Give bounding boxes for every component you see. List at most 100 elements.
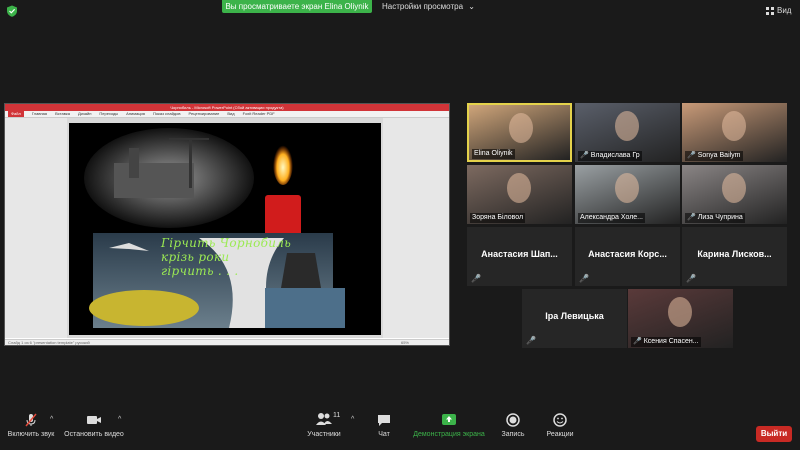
ribbon-tab[interactable]: Дизайн bbox=[78, 111, 91, 117]
powerpoint-status-bar: Слайд 1 из 6 "presentation template" рус… bbox=[5, 339, 449, 345]
participant-name-text: Sonya Bailym bbox=[697, 152, 741, 159]
shield-icon bbox=[7, 5, 17, 17]
ribbon-tab[interactable]: Foxit Reader PDF bbox=[243, 111, 275, 117]
participant-tile[interactable]: Анастасия Шап... 🎤 bbox=[467, 227, 572, 286]
tasks-pane bbox=[383, 118, 449, 338]
chat-label: Чат bbox=[378, 431, 390, 438]
stop-video-label: Остановить видео bbox=[64, 431, 124, 438]
participant-name: 🎤 Владислава Гр bbox=[578, 151, 642, 161]
share-screen-button[interactable]: Демонстрация экрана bbox=[411, 412, 487, 438]
unmute-label: Включить звук bbox=[7, 431, 55, 438]
participant-tile[interactable]: 🎤 Sonya Bailym bbox=[682, 103, 787, 162]
participant-face bbox=[722, 173, 746, 203]
record-label: Запись bbox=[501, 431, 525, 438]
participant-face bbox=[507, 173, 531, 203]
grid-icon bbox=[766, 6, 774, 15]
participant-face bbox=[722, 111, 746, 141]
participant-tile[interactable]: Анастасия Корс... 🎤 bbox=[575, 227, 680, 286]
slides-pane bbox=[5, 118, 67, 338]
participant-name: Іра Левицька bbox=[545, 311, 604, 321]
slide-canvas: Гірчить Чорнобиль крізь роки гірчить . .… bbox=[69, 123, 381, 335]
chevron-down-icon: ⌄ bbox=[468, 2, 475, 11]
participant-name: Зоряна Біловол bbox=[470, 213, 526, 223]
participant-face bbox=[615, 173, 639, 203]
shared-screen: Чорнобиль - Microsoft PowerPoint (Сбой а… bbox=[4, 103, 450, 346]
participant-tile[interactable]: Зоряна Біловол bbox=[467, 165, 572, 224]
participant-name: 🎤 Лиза Чуприна bbox=[685, 213, 745, 223]
slide-line-2: крізь роки bbox=[161, 250, 230, 264]
microphone-muted-icon: 🎤 bbox=[686, 274, 696, 283]
participant-face bbox=[509, 113, 533, 143]
participant-name-text: Александра Холе... bbox=[580, 214, 644, 221]
leave-meeting-button[interactable]: Выйти bbox=[756, 426, 792, 442]
chat-bubble-icon bbox=[378, 415, 390, 426]
emoji-smile-icon bbox=[553, 413, 567, 427]
status-text: Слайд 1 из 6 "presentation template" рус… bbox=[8, 340, 90, 345]
view-button-label: Вид bbox=[777, 6, 792, 15]
participant-tile[interactable]: 🎤 Владислава Гр bbox=[575, 103, 680, 162]
record-button[interactable]: Запись bbox=[500, 412, 526, 438]
participants-options-caret[interactable]: ^ bbox=[351, 416, 354, 423]
participant-name-text: Владислава Гр bbox=[590, 152, 640, 159]
participant-name: Анастасия Шап... bbox=[481, 249, 558, 259]
screen-share-banner: Вы просматриваете экран Elina Oliynik bbox=[222, 0, 372, 13]
microphone-muted-icon: 🎤 bbox=[579, 274, 589, 283]
share-screen-label: Демонстрация экрана bbox=[413, 431, 485, 438]
view-options-dropdown[interactable]: Настройки просмотра ⌄ bbox=[382, 0, 475, 13]
ribbon-tab[interactable]: Вид bbox=[227, 111, 234, 117]
participant-name: Карина Лисков... bbox=[697, 249, 772, 259]
reactions-button[interactable]: Реакции bbox=[544, 412, 576, 438]
participant-tile[interactable]: Александра Холе... bbox=[575, 165, 680, 224]
ribbon-tab[interactable]: Анимация bbox=[126, 111, 145, 117]
participants-label: Участники bbox=[307, 431, 341, 438]
audio-options-caret[interactable]: ^ bbox=[50, 416, 53, 423]
zoom-level: 65% bbox=[400, 340, 409, 345]
powerpoint-title-bar: Чорнобиль - Microsoft PowerPoint (Сбой а… bbox=[5, 104, 449, 111]
microphone-muted-icon: 🎤 bbox=[471, 274, 481, 283]
participant-name-text: Зоряна Біловол bbox=[472, 214, 524, 221]
participants-icon bbox=[316, 413, 332, 425]
share-screen-icon bbox=[442, 414, 456, 425]
participant-name-text: Лиза Чуприна bbox=[697, 214, 743, 221]
slide-line-1: Гірчить Чорнобиль bbox=[161, 236, 292, 250]
microphone-muted-icon: 🎤 bbox=[687, 152, 696, 159]
view-options-label: Настройки просмотра bbox=[382, 2, 464, 11]
unmute-button[interactable]: Включить звук bbox=[6, 412, 56, 438]
participant-name: 🎤 Ксения Спасен... bbox=[631, 337, 701, 347]
participant-tile[interactable]: Elina Oliynik bbox=[467, 103, 572, 162]
ribbon-tab[interactable]: Показ слайдов bbox=[153, 111, 181, 117]
microphone-muted-icon bbox=[25, 413, 37, 427]
video-options-caret[interactable]: ^ bbox=[118, 416, 121, 423]
top-bar: Вы просматриваете экран Elina Oliynik На… bbox=[0, 0, 800, 22]
view-button[interactable]: Вид bbox=[766, 6, 791, 15]
ribbon-tab[interactable]: Рецензирование bbox=[189, 111, 220, 117]
participant-tile[interactable]: 🎤 Ксения Спасен... bbox=[628, 289, 733, 348]
microphone-muted-icon: 🎤 bbox=[687, 214, 696, 221]
slide-line-3: гірчить . . . bbox=[161, 264, 239, 278]
video-camera-icon bbox=[87, 416, 101, 424]
participant-name: 🎤 Sonya Bailym bbox=[685, 151, 743, 161]
chat-button[interactable]: Чат bbox=[372, 412, 396, 438]
participant-tile[interactable]: Карина Лисков... 🎤 bbox=[682, 227, 787, 286]
participant-face bbox=[615, 111, 639, 141]
ribbon-tab[interactable]: Вставка bbox=[55, 111, 70, 117]
participant-name-text: Ксения Спасен... bbox=[643, 338, 699, 345]
participants-count: 11 bbox=[333, 412, 341, 419]
stop-video-button[interactable]: Остановить видео bbox=[62, 412, 126, 438]
participants-button[interactable]: 11 Участники bbox=[303, 412, 345, 438]
powerpoint-workspace: Гірчить Чорнобиль крізь роки гірчить . .… bbox=[5, 118, 449, 338]
slide-artwork bbox=[84, 128, 345, 328]
record-icon bbox=[506, 413, 520, 427]
participant-tile[interactable]: 🎤 Лиза Чуприна bbox=[682, 165, 787, 224]
ribbon-tab[interactable]: Переходы bbox=[99, 111, 118, 117]
microphone-muted-icon: 🎤 bbox=[580, 152, 589, 159]
ribbon-tab[interactable]: Главная bbox=[32, 111, 47, 117]
ribbon-tab[interactable]: Файл bbox=[8, 111, 24, 117]
microphone-muted-icon: 🎤 bbox=[526, 336, 536, 345]
participant-name: Александра Холе... bbox=[578, 213, 646, 223]
participant-face bbox=[668, 297, 692, 327]
microphone-muted-icon: 🎤 bbox=[633, 338, 642, 345]
meeting-toolbar: Включить звук ^ Остановить видео ^ 11 Уч… bbox=[0, 408, 800, 450]
participant-name-text: Elina Oliynik bbox=[474, 150, 513, 157]
participant-tile[interactable]: Іра Левицька 🎤 bbox=[522, 289, 627, 348]
